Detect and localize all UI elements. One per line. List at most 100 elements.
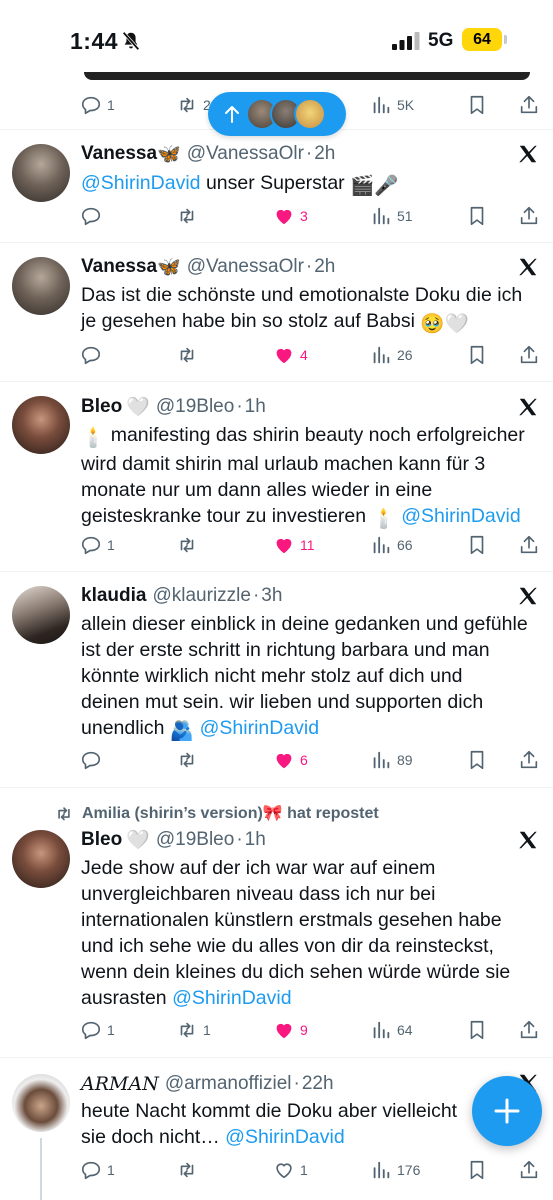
display-name[interactable]: Vanessa [81, 143, 157, 165]
tweet-text-line: je gesehen habe bin so stolz auf Babsi [81, 310, 415, 332]
views-button[interactable]: 176 [370, 1158, 420, 1182]
handle[interactable]: @klaurizzle [152, 585, 250, 607]
tweet-text: Jede show auf der ich war war auf einem … [81, 855, 543, 1011]
display-name[interactable]: klaudia [81, 585, 146, 607]
avatar[interactable] [12, 144, 70, 202]
share-icon [520, 750, 538, 769]
views-count: 51 [397, 208, 413, 224]
reply-button[interactable] [80, 343, 107, 367]
reply-button[interactable]: 1 [80, 533, 115, 557]
timestamp[interactable]: 2h [314, 256, 335, 278]
tweet-text-line: wird damit shirin mal urlaub machen kann… [81, 453, 486, 475]
tweet[interactable]: klaudia @klaurizzle · 3h allein dieser e… [0, 572, 553, 788]
tweet[interactable]: Bleo 🤍 @19Bleo · 1h 🕯️ manifesting das s… [0, 382, 553, 572]
repost-button[interactable] [176, 204, 203, 228]
compose-button[interactable] [472, 1076, 542, 1146]
bookmark-button[interactable] [466, 93, 488, 117]
handle[interactable]: @VanessaOlr [187, 256, 304, 278]
tweet-text-line: wenn dein kleines du dich sehen würde wü… [81, 961, 511, 983]
timestamp[interactable]: 22h [302, 1073, 334, 1095]
bookmark-button[interactable] [466, 533, 488, 557]
tweet-text-line: deinen mut sein. wir lieben und supporte… [81, 691, 484, 713]
heart-filled-icon [276, 538, 292, 554]
like-button[interactable]: 1 [273, 1158, 308, 1182]
tweet[interactable]: 𝐴𝑅𝑀𝐴𝑁 @armanoffiziel · 22h heute Nacht k… [0, 1058, 553, 1200]
views-button[interactable]: 5K [370, 93, 414, 117]
bookmark-button[interactable] [466, 343, 488, 367]
like-button[interactable]: 11 [273, 533, 315, 557]
avatar[interactable] [12, 396, 70, 454]
share-button[interactable] [518, 533, 540, 557]
views-button[interactable]: 66 [370, 533, 413, 557]
separator: · [252, 585, 260, 606]
tweet-text: Das ist die schönste und emotionalste Do… [81, 282, 543, 337]
bookmark-button[interactable] [466, 1158, 488, 1182]
share-button[interactable] [518, 343, 540, 367]
like-button[interactable]: 6 [273, 748, 308, 772]
views-button[interactable]: 64 [370, 1018, 413, 1042]
like-button[interactable]: 4 [273, 343, 308, 367]
avatar[interactable] [12, 257, 70, 315]
repost-button[interactable] [176, 343, 203, 367]
display-name[interactable]: 𝐴𝑅𝑀𝐴𝑁 [81, 1073, 159, 1095]
handle[interactable]: @19Bleo [156, 829, 234, 851]
bookmark-button[interactable] [466, 748, 488, 772]
display-name[interactable]: Bleo [81, 829, 122, 851]
views-icon [373, 751, 390, 769]
reply-button[interactable]: 1 [80, 93, 115, 117]
avatar[interactable] [12, 830, 70, 888]
tweet[interactable]: Vanessa 🦋 @VanessaOlr · 2h @ShirinDavid … [0, 130, 553, 243]
like-count: 9 [300, 1022, 308, 1038]
repost-context[interactable]: Amilia (shirin’s version)🎀 hat repostet [54, 802, 379, 824]
new-posts-pill[interactable] [208, 92, 346, 136]
reply-button[interactable]: 1 [80, 1018, 115, 1042]
repost-icon [180, 752, 194, 768]
handle[interactable]: @VanessaOlr [187, 143, 304, 165]
repost-button[interactable] [176, 748, 203, 772]
share-button[interactable] [518, 93, 540, 117]
like-button[interactable]: 9 [273, 1018, 308, 1042]
network-type: 5G [428, 30, 454, 51]
candle-emoji: 🕯️ [371, 508, 396, 530]
views-button[interactable]: 26 [370, 343, 413, 367]
bookmark-icon [470, 1160, 484, 1180]
repost-button[interactable] [176, 1158, 203, 1182]
timestamp[interactable]: 2h [314, 143, 335, 165]
avatar[interactable] [12, 586, 70, 644]
display-name[interactable]: Vanessa [81, 256, 157, 278]
reply-button[interactable] [80, 204, 107, 228]
mention-link[interactable]: @ShirinDavid [200, 717, 320, 739]
repost-icon [180, 208, 194, 224]
mention-link[interactable]: @ShirinDavid [172, 987, 292, 1009]
handle[interactable]: @armanoffiziel [165, 1073, 292, 1095]
tweet[interactable]: Amilia (shirin’s version)🎀 hat repostet … [0, 788, 553, 1058]
share-button[interactable] [518, 1018, 540, 1042]
repost-icon [180, 97, 194, 113]
bookmark-button[interactable] [466, 1018, 488, 1042]
views-icon [373, 207, 390, 225]
handle[interactable]: @19Bleo [156, 396, 234, 418]
display-name[interactable]: Bleo [81, 396, 122, 418]
repost-button[interactable]: 1 [176, 1018, 211, 1042]
share-button[interactable] [518, 748, 540, 772]
mention-link[interactable]: @ShirinDavid [81, 172, 201, 194]
reply-button[interactable]: 1 [80, 1158, 115, 1182]
timestamp[interactable]: 3h [261, 585, 282, 607]
repost-button[interactable] [176, 533, 203, 557]
timestamp[interactable]: 1h [245, 396, 266, 418]
tweet-text-line: geisteskranke tour zu investieren [81, 505, 367, 527]
avatar[interactable] [12, 1074, 70, 1132]
mention-link[interactable]: @ShirinDavid [401, 505, 521, 527]
views-button[interactable]: 89 [370, 748, 413, 772]
reply-icon [81, 207, 101, 226]
timestamp[interactable]: 1h [245, 829, 266, 851]
bookmark-button[interactable] [466, 204, 488, 228]
tweet[interactable]: Vanessa 🦋 @VanessaOlr · 2h Das ist die s… [0, 243, 553, 382]
share-button[interactable] [518, 204, 540, 228]
mention-link[interactable]: @ShirinDavid [225, 1126, 345, 1148]
reply-button[interactable] [80, 748, 107, 772]
share-button[interactable] [518, 1158, 540, 1182]
views-button[interactable]: 51 [370, 204, 413, 228]
like-button[interactable]: 3 [273, 204, 308, 228]
repost-button[interactable]: 2 [176, 93, 211, 117]
